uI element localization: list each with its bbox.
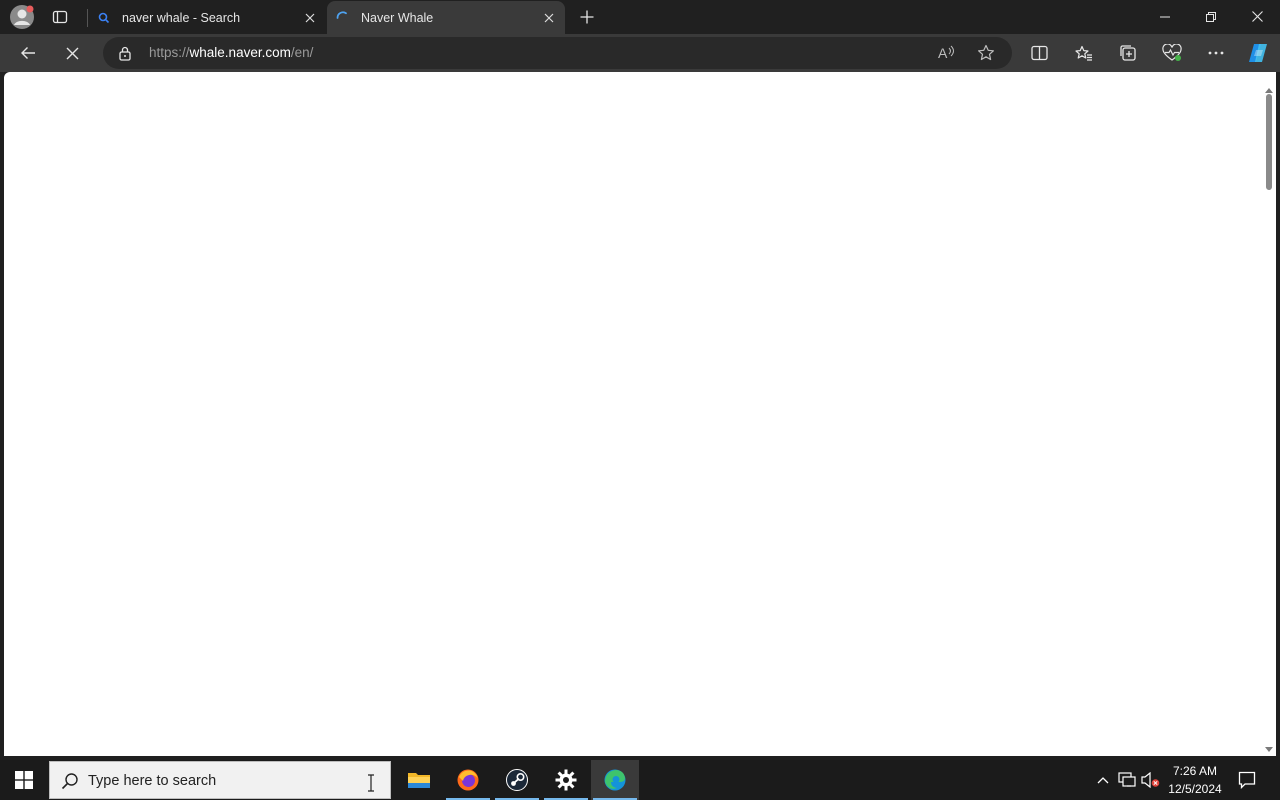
copilot-button[interactable] (1242, 38, 1274, 68)
settings-more-button[interactable] (1200, 38, 1232, 68)
new-tab-button[interactable] (571, 3, 603, 31)
start-button[interactable] (0, 760, 48, 800)
plus-icon (580, 10, 594, 24)
close-window-button[interactable] (1234, 0, 1280, 33)
file-explorer-icon (408, 773, 430, 788)
windows-logo-icon (15, 771, 33, 789)
tab-title: Naver Whale (361, 10, 434, 25)
search-icon (96, 10, 112, 26)
show-hidden-icons-button[interactable] (1092, 770, 1114, 790)
network-icon[interactable] (1116, 770, 1138, 790)
restore-icon (1206, 11, 1216, 22)
chevron-up-icon (1097, 777, 1109, 784)
notification-center-button[interactable] (1236, 770, 1258, 790)
favorites-icon (1075, 45, 1092, 61)
back-button[interactable] (12, 38, 44, 68)
restore-button[interactable] (1188, 0, 1234, 33)
close-icon (544, 13, 554, 22)
loading-spinner-icon (335, 10, 351, 26)
tab-naver-whale-search[interactable]: naver whale - Search (87, 1, 326, 34)
read-aloud-icon[interactable]: A (937, 44, 957, 62)
clock-time: 7:26 AM (1172, 764, 1218, 778)
address-bar[interactable]: https://whale.naver.com/en/ A (103, 37, 1012, 69)
vertical-scrollbar[interactable] (1262, 72, 1276, 756)
back-arrow-icon (21, 47, 35, 59)
scroll-down-arrow-icon[interactable] (1265, 740, 1273, 758)
url-scheme: https:// (149, 45, 190, 60)
close-icon (1251, 11, 1263, 22)
taskbar-file-explorer[interactable] (395, 760, 443, 800)
collections-icon (1120, 45, 1136, 61)
tab-title: naver whale - Search (122, 10, 241, 25)
url-text[interactable]: https://whale.naver.com/en/ (149, 45, 313, 60)
taskbar-steam[interactable] (493, 760, 541, 800)
tab-actions-icon (52, 10, 68, 24)
scrollbar-thumb[interactable] (1266, 94, 1272, 190)
search-icon (61, 772, 79, 795)
copilot-icon (1249, 44, 1267, 62)
minimize-icon (1160, 16, 1170, 17)
svg-text:A: A (938, 45, 948, 61)
browser-essentials-button[interactable] (1156, 38, 1188, 68)
collections-button[interactable] (1112, 38, 1144, 68)
page-content-area[interactable] (4, 72, 1276, 756)
stop-loading-button[interactable] (56, 38, 88, 68)
settings-icon (555, 769, 577, 791)
tab-close-button[interactable] (537, 6, 561, 30)
tab-naver-whale[interactable]: Naver Whale (327, 1, 565, 34)
split-screen-button[interactable] (1023, 38, 1055, 68)
search-placeholder: Type here to search (88, 773, 217, 789)
text-cursor-icon (366, 774, 376, 797)
taskbar-settings[interactable] (542, 760, 590, 800)
steam-icon (506, 769, 528, 791)
minimize-button[interactable] (1142, 0, 1188, 33)
browser-toolbar: https://whale.naver.com/en/ A (0, 34, 1280, 72)
tab-close-button[interactable] (298, 6, 322, 30)
taskbar-search-box[interactable]: Type here to search (49, 761, 391, 799)
tab-actions-button[interactable] (44, 3, 76, 31)
tab-divider (87, 9, 88, 27)
windows-taskbar: Type here to search 7:26 AM 12/5/2024 (0, 760, 1280, 800)
clock-date: 12/5/2024 (1168, 782, 1222, 796)
heartbeat-icon (1162, 44, 1182, 61)
notification-icon (1238, 771, 1256, 789)
profile-avatar[interactable] (6, 3, 38, 31)
url-host: whale.naver.com (189, 45, 291, 60)
more-dots-icon (1208, 51, 1224, 55)
lock-icon[interactable] (117, 45, 133, 61)
edge-icon (604, 769, 626, 791)
taskbar-firefox[interactable] (444, 760, 492, 800)
stop-icon (66, 47, 78, 59)
system-clock[interactable]: 7:26 AM 12/5/2024 (1162, 762, 1228, 798)
browser-titlebar: naver whale - Search Naver Whale (0, 0, 1280, 34)
firefox-icon (457, 769, 479, 791)
split-screen-icon (1030, 45, 1048, 61)
close-icon (305, 13, 315, 22)
favorite-star-icon[interactable] (977, 44, 995, 62)
taskbar-edge[interactable] (591, 760, 639, 800)
url-path: /en/ (290, 45, 314, 60)
profile-icon (10, 5, 34, 29)
favorites-button[interactable] (1068, 38, 1100, 68)
volume-muted-icon[interactable] (1140, 770, 1162, 790)
